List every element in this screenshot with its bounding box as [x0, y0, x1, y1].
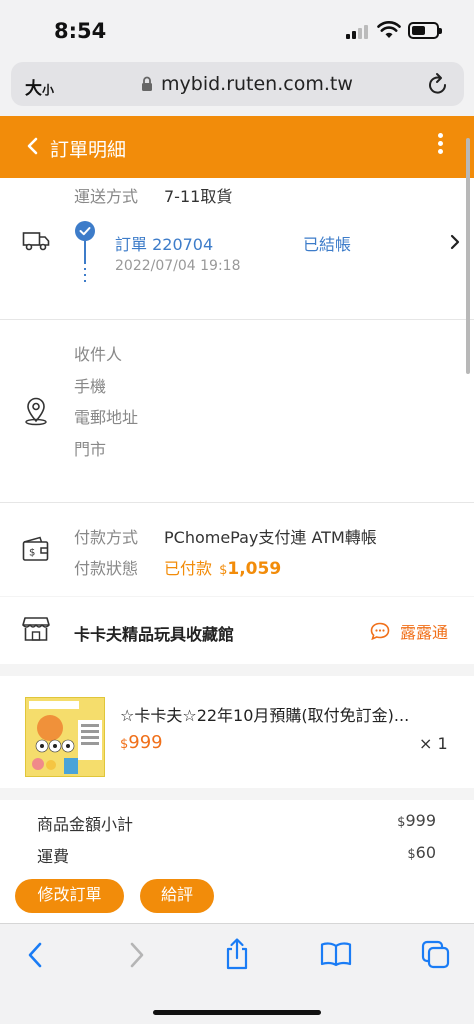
status-time: 8:54 [54, 19, 107, 43]
store-icon [22, 617, 50, 641]
payment-method-value: PChomePay支付連 ATM轉帳 [164, 528, 377, 547]
signal-icon [346, 24, 370, 39]
tabs-icon[interactable] [421, 940, 451, 970]
home-indicator [153, 1010, 321, 1015]
app-header: 訂單明細 [0, 116, 474, 178]
recipient-phone-label: 手機 [74, 377, 107, 396]
divider [0, 596, 474, 597]
product-image [26, 698, 104, 776]
chat-link-label[interactable]: 露露通 [400, 619, 448, 643]
wifi-icon [377, 21, 401, 38]
browser-address-area: 大小 mybid.ruten.com.tw [0, 58, 474, 116]
edit-order-button[interactable]: 修改訂單 [15, 879, 124, 913]
browser-forward-icon[interactable] [127, 940, 147, 970]
shipping-method-value: 7-11取貨 [164, 187, 233, 206]
svg-text:$: $ [29, 548, 35, 559]
more-options-icon[interactable] [438, 133, 444, 155]
product-price: $999 [120, 732, 163, 753]
browser-toolbar [0, 923, 474, 1024]
share-icon[interactable] [224, 937, 250, 971]
section-gap [0, 664, 474, 676]
page-title: 訂單明細 [50, 139, 127, 161]
section-gap [0, 788, 474, 800]
recipient-email-label: 電郵地址 [74, 408, 139, 427]
recipient-name-label: 收件人 [74, 345, 123, 364]
payment-status-label: 付款狀態 [74, 559, 139, 578]
reload-icon[interactable] [427, 72, 449, 96]
order-detail-content: 運送方式 7-11取貨 訂單 220704 已結帳 2022/07/04 19:… [0, 178, 474, 923]
store-name[interactable]: 卡卡夫精品玩具收藏館 [74, 621, 234, 645]
order-datetime: 2022/07/04 19:18 [115, 258, 241, 274]
order-number-link[interactable]: 訂單 220704 [115, 231, 213, 255]
divider [0, 502, 474, 503]
text-size-button[interactable]: 大小 [25, 74, 54, 99]
wallet-icon: $ [22, 536, 49, 561]
battery-icon [408, 22, 442, 39]
payment-method-label: 付款方式 [74, 528, 139, 547]
location-pin-icon [25, 397, 47, 426]
product-thumbnail[interactable] [25, 697, 105, 777]
divider [0, 319, 474, 320]
product-title[interactable]: ☆卡卡夫☆22年10月預購(取付免訂金)... [120, 702, 409, 726]
bookmarks-icon[interactable] [320, 941, 352, 967]
subtotal-label: 商品金額小計 [37, 815, 134, 834]
lock-icon [142, 76, 152, 91]
shipping-fee-value: $60 [407, 843, 436, 862]
chat-bubble-icon[interactable] [370, 622, 390, 640]
rate-button[interactable]: 給評 [140, 879, 214, 913]
order-status: 已結帳 [303, 235, 352, 254]
shipping-method-label: 運送方式 [74, 187, 139, 206]
url-text[interactable]: mybid.ruten.com.tw [161, 73, 353, 95]
chevron-right-icon[interactable] [449, 233, 461, 251]
shipping-fee-label: 運費 [37, 847, 70, 866]
subtotal-value: $999 [397, 811, 436, 830]
payment-status-value: 已付款 $1,059 [164, 559, 282, 579]
back-chevron-icon[interactable] [26, 136, 40, 156]
product-quantity: × 1 [419, 734, 448, 753]
timeline-check-icon [75, 221, 95, 286]
truck-icon [22, 232, 50, 251]
browser-back-icon[interactable] [25, 940, 45, 970]
address-bar[interactable]: 大小 mybid.ruten.com.tw [11, 62, 464, 106]
status-bar: 8:54 [0, 0, 474, 58]
scrollbar[interactable] [466, 138, 470, 374]
recipient-store-label: 門市 [74, 440, 107, 459]
